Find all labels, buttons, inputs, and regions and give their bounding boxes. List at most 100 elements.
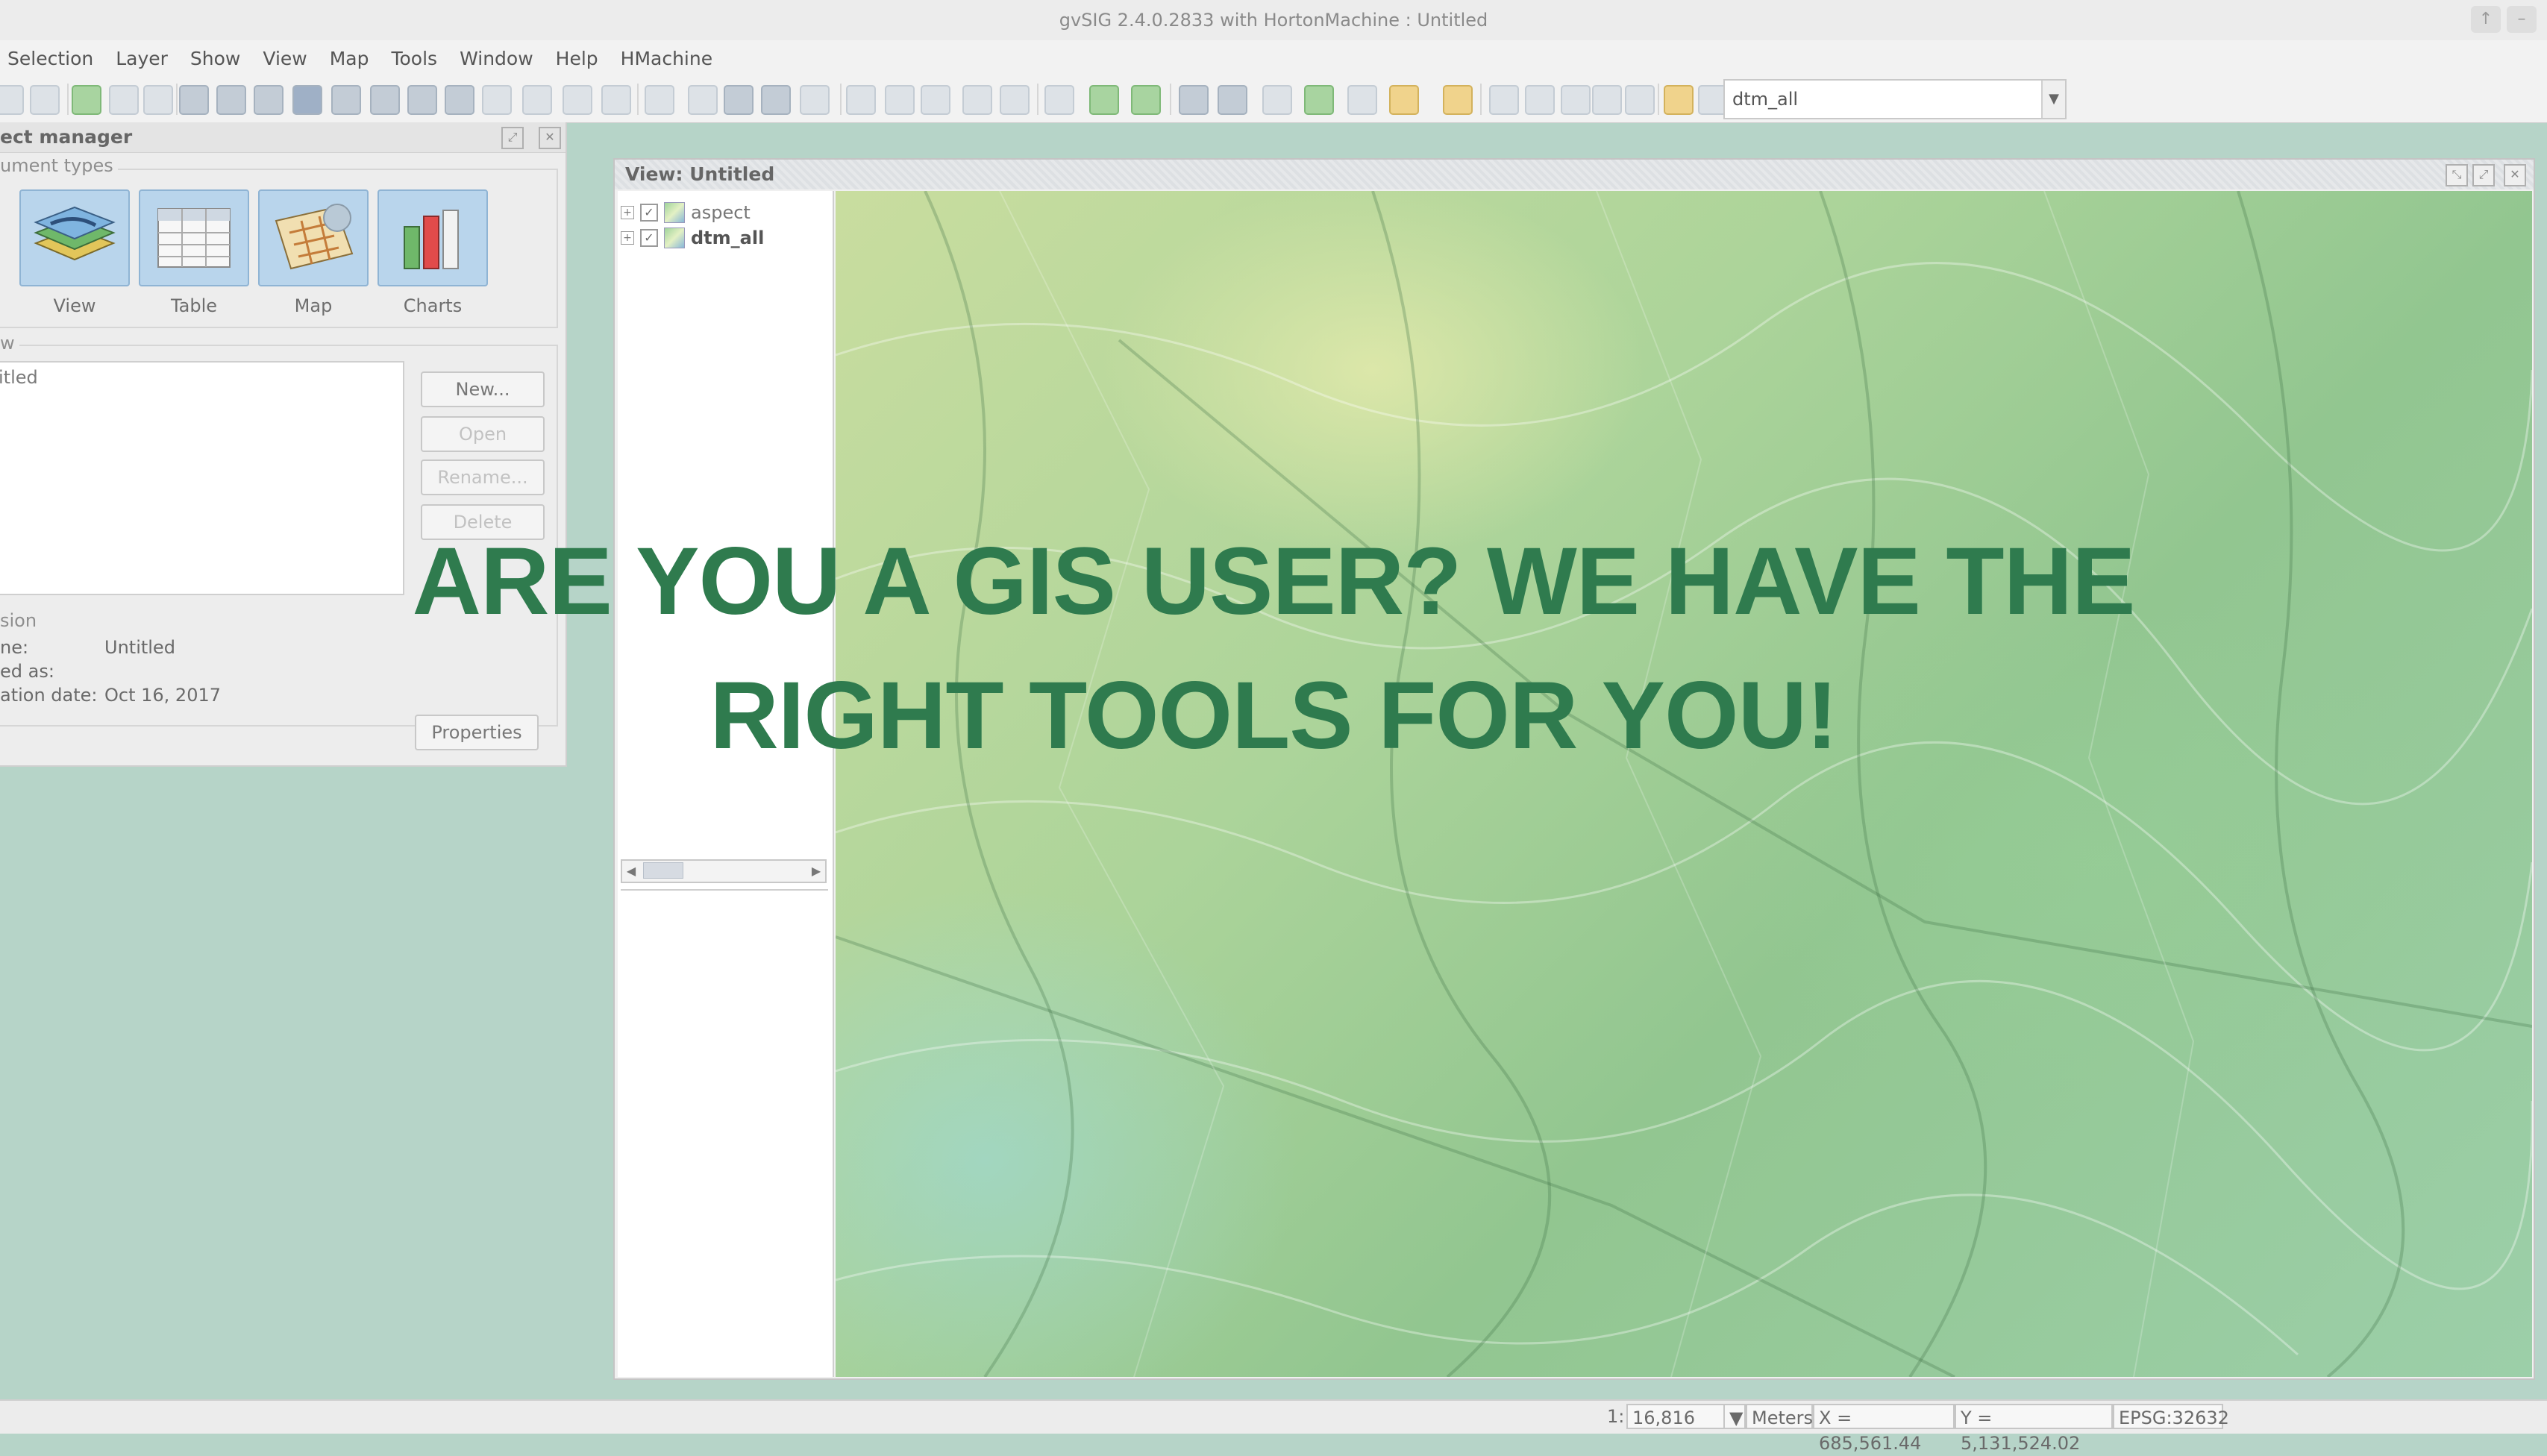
clear-selection-icon[interactable] <box>1000 85 1030 115</box>
epsg-field[interactable]: EPSG:32632 <box>2113 1404 2229 1429</box>
menu-show[interactable]: Show <box>190 48 240 69</box>
menu-tools[interactable]: Tools <box>391 48 437 69</box>
doctype-table-label: Table <box>170 295 218 316</box>
toc-layer-aspect[interactable]: + ✓ aspect <box>621 201 751 224</box>
close-view-icon[interactable]: ✕ <box>2504 164 2526 186</box>
frame-icon[interactable] <box>601 85 631 115</box>
minimize-view-icon[interactable]: ⤡ <box>2446 164 2468 186</box>
select-rect-icon[interactable] <box>846 85 876 115</box>
units-field[interactable]: Meters <box>1746 1404 1813 1429</box>
zoom-prev-icon[interactable] <box>407 85 437 115</box>
project-manager-title: ect manager <box>0 126 133 148</box>
zoom-out-icon[interactable] <box>254 85 283 115</box>
layer-combo[interactable]: dtm_all ▼ <box>1723 79 2067 119</box>
select-all-icon[interactable] <box>962 85 992 115</box>
layer-visibility-checkbox[interactable]: ✓ <box>640 204 658 222</box>
maximize-button[interactable]: ↑ <box>2471 6 2501 33</box>
add-layer-icon[interactable] <box>72 85 101 115</box>
zoom-in-icon[interactable] <box>216 85 246 115</box>
raster-layer-icon <box>664 202 685 223</box>
undock-icon[interactable]: ⤢ <box>501 127 524 149</box>
new-button[interactable]: New... <box>421 371 545 407</box>
bookmark-icon[interactable] <box>1389 85 1419 115</box>
edit-layer-icon[interactable] <box>109 85 139 115</box>
edit-raster-icon[interactable] <box>1131 85 1161 115</box>
layer-visibility-checkbox[interactable]: ✓ <box>640 229 658 247</box>
open-icon[interactable] <box>0 85 24 115</box>
zoom-layer-icon[interactable] <box>331 85 361 115</box>
menu-window[interactable]: Window <box>460 48 533 69</box>
edit-icon[interactable] <box>1664 85 1694 115</box>
toc-layer-dtm-all[interactable]: + ✓ dtm_all <box>621 227 764 249</box>
doctype-view[interactable]: View <box>19 189 130 316</box>
measure-distance-icon[interactable] <box>761 85 791 115</box>
chevron-down-icon[interactable]: ▼ <box>2041 81 2065 118</box>
doctype-table[interactable]: Table <box>139 189 249 316</box>
style-icon[interactable] <box>1561 85 1591 115</box>
graphic-icon[interactable] <box>800 85 830 115</box>
table-icon[interactable] <box>1044 85 1074 115</box>
toc-scrollbar[interactable]: ◀ ▶ <box>621 859 827 883</box>
rename-button[interactable]: Rename... <box>421 459 545 495</box>
select-polygon-icon[interactable] <box>921 85 950 115</box>
menu-view[interactable]: View <box>263 48 307 69</box>
scroll-thumb[interactable] <box>643 862 683 879</box>
coords-icon[interactable] <box>1347 85 1377 115</box>
tip-icon[interactable] <box>1443 85 1473 115</box>
crs-icon[interactable] <box>1262 85 1292 115</box>
print-icon[interactable] <box>30 85 60 115</box>
menu-selection[interactable]: Selection <box>7 48 93 69</box>
toolbox-icon[interactable] <box>1218 85 1247 115</box>
terrain-relief <box>836 191 2532 1377</box>
gps-icon[interactable] <box>1304 85 1334 115</box>
info-icon[interactable] <box>688 85 718 115</box>
close-icon[interactable]: ✕ <box>539 127 561 149</box>
list-item[interactable]: itled <box>0 367 38 388</box>
database-icon[interactable] <box>1592 85 1622 115</box>
expand-icon[interactable]: + <box>621 231 634 245</box>
pan-icon[interactable] <box>179 85 209 115</box>
link-icon[interactable] <box>1625 85 1655 115</box>
menu-hmachine[interactable]: HMachine <box>621 48 712 69</box>
zoom-next-icon[interactable] <box>445 85 474 115</box>
doctype-map[interactable]: Map <box>258 189 369 316</box>
table-of-contents: + ✓ aspect + ✓ dtm_all ◀ ▶ <box>618 191 834 1377</box>
doctype-charts[interactable]: Charts <box>377 189 488 316</box>
expand-icon[interactable]: + <box>621 206 634 219</box>
menu-map[interactable]: Map <box>330 48 369 69</box>
geoprocess-icon[interactable] <box>1179 85 1209 115</box>
open-button[interactable]: Open <box>421 416 545 452</box>
menu-layer[interactable]: Layer <box>116 48 168 69</box>
promo-line-1: ARE YOU A GIS USER? WE HAVE THE <box>412 528 2136 635</box>
minimize-button[interactable]: – <box>2507 6 2537 33</box>
zoom-frame-icon[interactable] <box>563 85 592 115</box>
title-bar: gvSIG 2.4.0.2833 with HortonMachine : Un… <box>0 0 2547 41</box>
maximize-view-icon[interactable]: ⤢ <box>2472 164 2495 186</box>
toolbar <box>0 76 2547 123</box>
chevron-down-icon[interactable]: ▼ <box>1723 1404 1746 1429</box>
measure-area-icon[interactable] <box>724 85 754 115</box>
scale-prefix: 1: <box>1607 1406 1625 1427</box>
zoom-select-icon[interactable] <box>292 85 322 115</box>
script-icon[interactable] <box>1489 85 1519 115</box>
zoom-forward-icon[interactable] <box>522 85 552 115</box>
y-coordinate: Y = 5,131,524.02 <box>1955 1404 2113 1454</box>
doctype-map-label: Map <box>294 295 333 316</box>
eraser-icon[interactable] <box>1525 85 1555 115</box>
layer-name[interactable]: aspect <box>691 202 751 223</box>
view-doc-icon <box>19 189 130 286</box>
map-canvas[interactable] <box>836 191 2532 1377</box>
raster-icon[interactable] <box>1089 85 1119 115</box>
zoom-all-icon[interactable] <box>370 85 400 115</box>
layer-name[interactable]: dtm_all <box>691 228 764 248</box>
menu-help[interactable]: Help <box>556 48 598 69</box>
doctype-view-label: View <box>53 295 96 316</box>
select-point-icon[interactable] <box>885 85 915 115</box>
scroll-left-icon[interactable]: ◀ <box>622 861 640 882</box>
scroll-right-icon[interactable]: ▶ <box>807 861 825 882</box>
pointer-icon[interactable] <box>645 85 674 115</box>
scale-field[interactable]: 16,816 <box>1626 1404 1729 1429</box>
zoom-back-icon[interactable] <box>482 85 512 115</box>
export-icon[interactable] <box>143 85 173 115</box>
toc-divider <box>621 889 828 891</box>
